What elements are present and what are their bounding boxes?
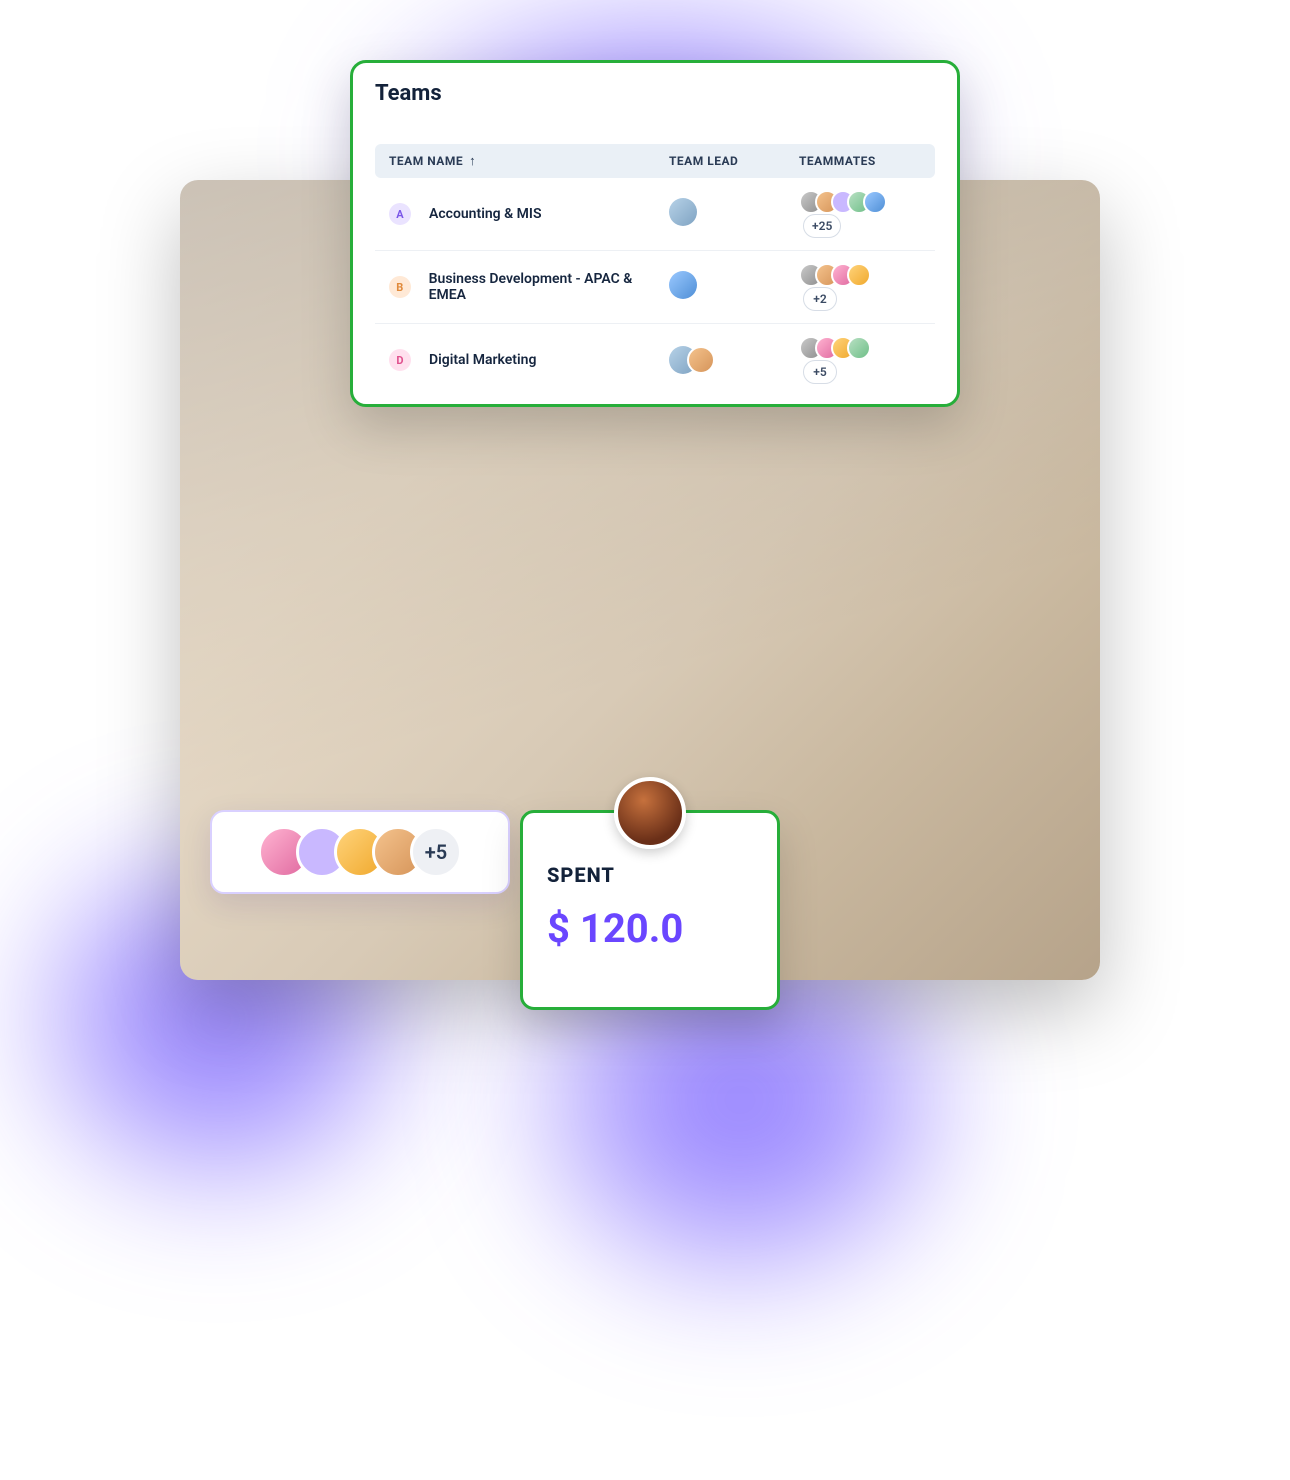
teams-card: Teams TEAM NAME ↑ TEAM LEAD TEAMMATES A … <box>350 60 960 407</box>
table-row[interactable]: D Digital Marketing +5 <box>375 324 935 396</box>
spent-card-avatar <box>614 777 686 849</box>
spent-card: SPENT $ 120.0 <box>520 810 780 1010</box>
spent-label: SPENT <box>547 863 753 887</box>
avatar <box>863 190 887 214</box>
col-mates-label: TEAMMATES <box>799 154 876 168</box>
stage: Teams TEAM NAME ↑ TEAM LEAD TEAMMATES A … <box>0 0 1290 1480</box>
avatar <box>687 346 715 374</box>
team-badge: D <box>389 349 411 371</box>
column-team-name[interactable]: TEAM NAME ↑ <box>389 154 669 168</box>
teammate-avatars <box>799 336 921 360</box>
table-row[interactable]: B Business Development - APAC & EMEA +2 <box>375 251 935 324</box>
column-teammates[interactable]: TEAMMATES <box>799 154 921 168</box>
avatar-overflow-count[interactable]: +5 <box>410 826 462 878</box>
col-lead-label: TEAM LEAD <box>669 154 738 168</box>
team-name: Digital Marketing <box>429 352 536 368</box>
teammate-overflow-count[interactable]: +2 <box>803 287 837 311</box>
team-name: Business Development - APAC & EMEA <box>429 271 669 303</box>
sort-ascending-icon: ↑ <box>469 155 476 168</box>
avatar-strip: +5 <box>210 810 510 894</box>
avatar <box>847 263 871 287</box>
teams-title: Teams <box>375 81 935 106</box>
teammate-avatars <box>799 190 921 214</box>
teams-table-header: TEAM NAME ↑ TEAM LEAD TEAMMATES <box>375 144 935 178</box>
col-name-label: TEAM NAME <box>389 154 463 168</box>
avatar <box>669 271 697 299</box>
avatar <box>847 336 871 360</box>
team-name: Accounting & MIS <box>429 206 542 222</box>
team-badge: A <box>389 203 411 225</box>
team-badge: B <box>389 276 411 298</box>
teammate-avatars <box>799 263 921 287</box>
teammate-overflow-count[interactable]: +25 <box>803 214 841 238</box>
spent-value: $ 120.0 <box>547 905 753 952</box>
teammate-overflow-count[interactable]: +5 <box>803 360 837 384</box>
avatar <box>669 198 697 226</box>
column-team-lead[interactable]: TEAM LEAD <box>669 154 799 168</box>
team-lead-pair <box>669 346 799 374</box>
table-row[interactable]: A Accounting & MIS +25 <box>375 178 935 251</box>
